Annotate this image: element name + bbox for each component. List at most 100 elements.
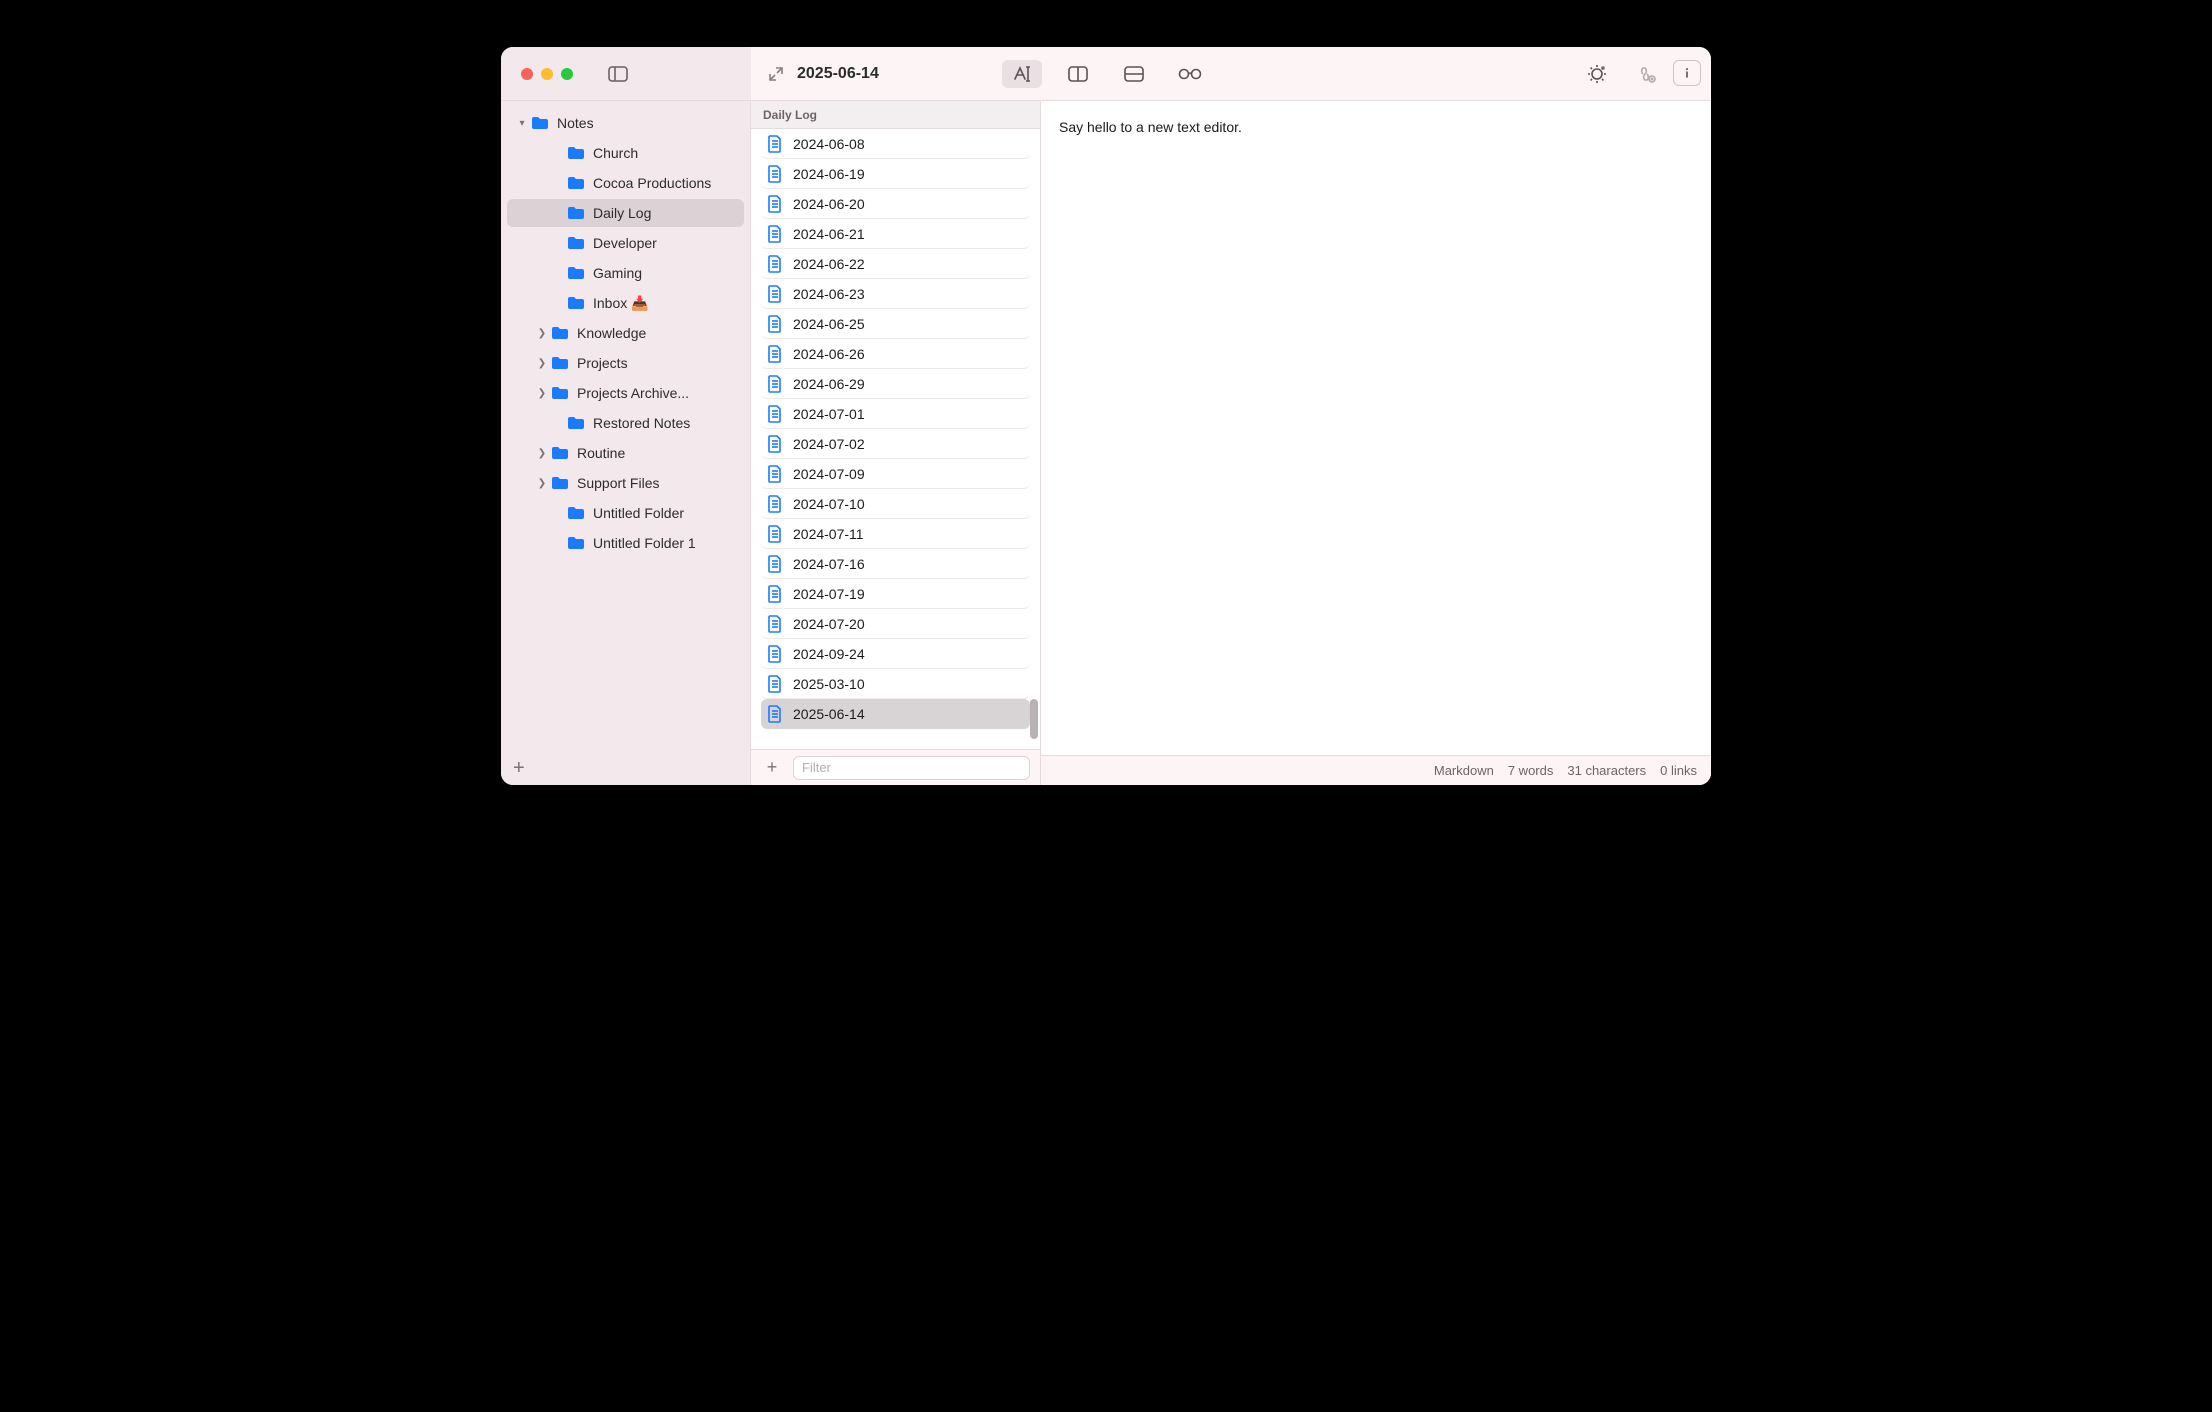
folder-label: Support Files (577, 475, 659, 491)
file-row[interactable]: 2024-07-10 (761, 489, 1030, 519)
folder-label: Cocoa Productions (593, 175, 711, 191)
editor-view-button[interactable] (1002, 60, 1042, 88)
folder-icon (567, 506, 585, 520)
new-folder-button[interactable]: + (513, 757, 525, 780)
split-horizontal-view-button[interactable] (1114, 60, 1154, 88)
file-row[interactable]: 2024-06-25 (761, 309, 1030, 339)
folder-icon (531, 116, 549, 130)
chevron-down-icon[interactable]: ▾ (515, 118, 529, 129)
chevron-right-icon[interactable]: ❯ (535, 388, 549, 399)
file-row[interactable]: 2024-07-16 (761, 549, 1030, 579)
folder-icon (551, 356, 569, 370)
folder-item[interactable]: Untitled Folder (507, 499, 744, 527)
file-row[interactable]: 2024-06-22 (761, 249, 1030, 279)
app-window: 2025-06-14 (501, 47, 1711, 785)
folder-item[interactable]: ❯Knowledge (507, 319, 744, 347)
file-row[interactable]: 2025-06-14 (761, 699, 1030, 729)
file-label: 2024-07-11 (793, 526, 864, 542)
folder-tree[interactable]: ▾NotesChurch Cocoa Productions Daily LogDe… (501, 101, 750, 751)
file-row[interactable]: 2024-06-21 (761, 219, 1030, 249)
preview-view-button[interactable] (1170, 60, 1210, 88)
folder-item[interactable]: Inbox 📥 (507, 289, 744, 317)
file-row[interactable]: 2024-07-01 (761, 399, 1030, 429)
folder-item[interactable]: Daily Log (507, 199, 744, 227)
folder-icon (551, 326, 569, 340)
file-row[interactable]: 2024-07-20 (761, 609, 1030, 639)
document-icon (767, 345, 783, 363)
close-window-button[interactable] (521, 68, 533, 80)
titlebar-left (501, 47, 751, 100)
folder-item[interactable]: Developer (507, 229, 744, 257)
file-list[interactable]: 2024-06-082024-06-192024-06-20 2024-06-21… (751, 129, 1040, 749)
link-button[interactable] (1625, 60, 1665, 88)
document-title: 2025-06-14 (797, 65, 879, 83)
zoom-window-button[interactable] (561, 68, 573, 80)
minimize-window-button[interactable] (541, 68, 553, 80)
folder-item[interactable]: Cocoa Productions (507, 169, 744, 197)
file-list-scrollbar[interactable] (1030, 699, 1038, 739)
folder-item[interactable]: ❯ Routine (507, 439, 744, 467)
folder-icon (567, 236, 585, 250)
file-row[interactable]: 2024-09-24 (761, 639, 1030, 669)
folder-root[interactable]: ▾Notes (507, 109, 744, 137)
folder-label: Gaming (593, 265, 642, 281)
folder-item[interactable]: Untitled Folder 1 (507, 529, 744, 557)
file-row[interactable]: 2024-06-26 (761, 339, 1030, 369)
folder-label: Restored Notes (593, 415, 690, 431)
status-format[interactable]: Markdown (1434, 763, 1494, 778)
document-icon (767, 495, 783, 513)
file-row[interactable]: 2024-07-02 (761, 429, 1030, 459)
file-label: 2024-09-24 (793, 646, 865, 662)
file-label: 2024-06-21 (793, 226, 865, 242)
file-row[interactable]: 2024-06-20 (761, 189, 1030, 219)
status-links: 0 links (1660, 763, 1697, 778)
document-icon (767, 195, 783, 213)
folder-label: Inbox 📥 (593, 295, 649, 312)
split-horizontal-icon (1124, 66, 1144, 82)
document-icon (767, 135, 783, 153)
folder-item[interactable]: Gaming (507, 259, 744, 287)
text-cursor-icon (1011, 65, 1033, 83)
glasses-icon (1178, 67, 1202, 81)
open-in-new-window-button[interactable] (761, 59, 791, 89)
editor-content[interactable]: Say hello to a new text editor. (1041, 101, 1711, 755)
split-vertical-view-button[interactable] (1058, 60, 1098, 88)
sidebar-footer: + (501, 751, 750, 785)
chevron-right-icon[interactable]: ❯ (535, 328, 549, 339)
file-row[interactable]: 2024-07-09 (761, 459, 1030, 489)
document-icon (767, 405, 783, 423)
folder-item[interactable]: Restored Notes (507, 409, 744, 437)
folder-label: Routine (577, 445, 625, 461)
toggle-sidebar-button[interactable] (603, 62, 633, 86)
titlebar-right: 2025-06-14 (751, 47, 1711, 100)
chevron-right-icon[interactable]: ❯ (535, 478, 549, 489)
file-row[interactable]: 2024-06-08 (761, 129, 1030, 159)
folder-icon (567, 536, 585, 550)
file-row[interactable]: 2024-06-29 (761, 369, 1030, 399)
document-icon (767, 555, 783, 573)
ai-tools-button[interactable] (1577, 60, 1617, 88)
sparkle-gear-icon (1587, 64, 1607, 84)
status-bar: Markdown 7 words 31 characters 0 links (1041, 755, 1711, 785)
file-row[interactable]: 2024-06-19 (761, 159, 1030, 189)
filter-input[interactable] (793, 756, 1030, 780)
chevron-right-icon[interactable]: ❯ (535, 448, 549, 459)
folder-item[interactable]: Church (507, 139, 744, 167)
new-file-button[interactable]: + (761, 757, 783, 779)
file-row[interactable]: 2025-03-10 (761, 669, 1030, 699)
info-button[interactable] (1673, 60, 1701, 86)
view-mode-group (1002, 60, 1210, 88)
file-row[interactable]: 2024-06-23 (761, 279, 1030, 309)
folder-item[interactable]: ❯Projects (507, 349, 744, 377)
folder-icon (567, 416, 585, 430)
chevron-right-icon[interactable]: ❯ (535, 358, 549, 369)
folder-item[interactable]: ❯ Projects Archive... (507, 379, 744, 407)
document-icon (767, 615, 783, 633)
folder-label: Projects Archive... (577, 385, 689, 401)
folder-icon (567, 296, 585, 310)
info-icon (1679, 65, 1695, 81)
folder-label: Untitled Folder 1 (593, 535, 696, 551)
file-row[interactable]: 2024-07-19 (761, 579, 1030, 609)
file-row[interactable]: 2024-07-11 (761, 519, 1030, 549)
folder-item[interactable]: ❯ Support Files (507, 469, 744, 497)
